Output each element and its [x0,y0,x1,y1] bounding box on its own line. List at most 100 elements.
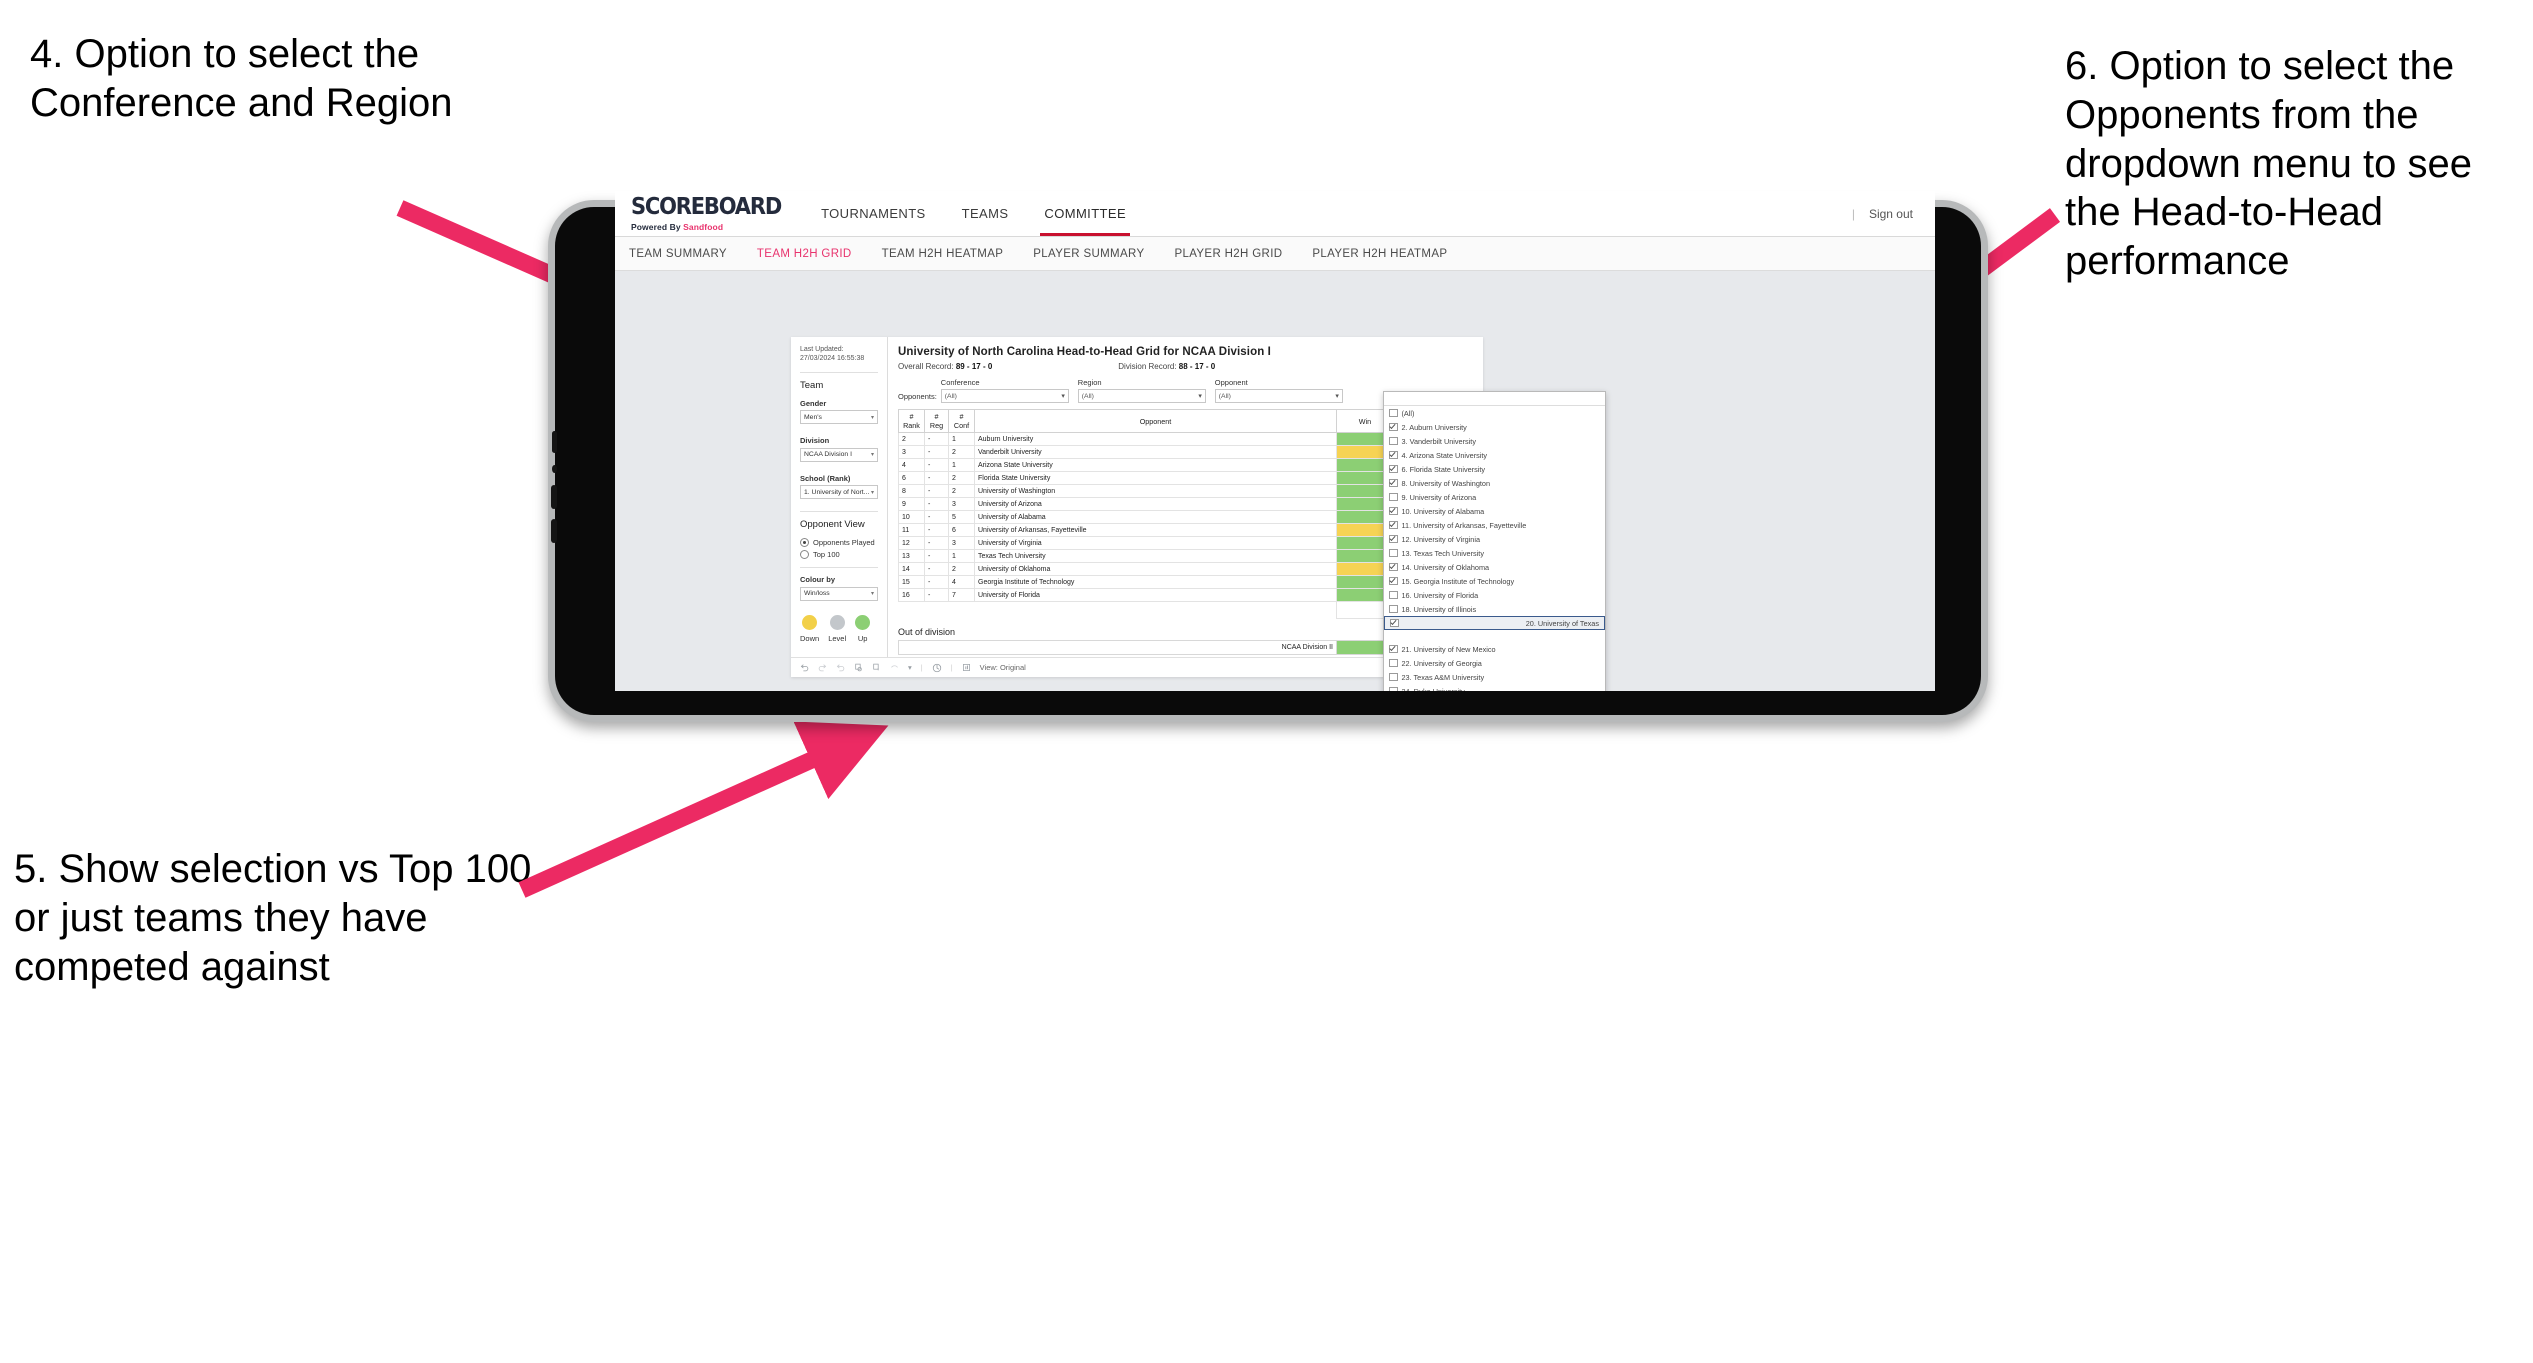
checkbox-icon[interactable] [1389,478,1398,488]
dropdown-item[interactable]: 14. University of Oklahoma [1384,560,1605,574]
dropdown-item[interactable]: 9. University of Arizona [1384,490,1605,504]
subnav-player-h2h-grid[interactable]: PLAYER H2H GRID [1174,248,1298,260]
dropdown-item[interactable]: 23. Texas A&M University [1384,670,1605,684]
pause-icon[interactable] [872,663,881,672]
filter-conference-select[interactable]: (All) ▾ [940,389,1069,403]
checkbox-icon[interactable] [1389,506,1398,516]
subnav-team-h2h-heatmap[interactable]: TEAM H2H HEATMAP [882,248,1020,260]
checkbox-icon[interactable] [1389,644,1398,654]
dropdown-item[interactable]: 16. University of Florida [1384,588,1605,602]
cell-reg: - [924,588,949,602]
undo-icon[interactable] [800,663,809,672]
device-button-1[interactable] [551,485,557,509]
dropdown-item[interactable]: 15. Georgia Institute of Technology [1384,574,1605,588]
dropdown-item-label: 8. University of Washington [1401,478,1491,488]
dropdown-item[interactable]: (All) [1384,406,1605,420]
dropdown-item[interactable]: 4. Arizona State University [1384,448,1605,462]
checkbox-icon[interactable] [1389,658,1398,668]
filter-region-select[interactable]: (All) ▾ [1077,389,1206,403]
checkbox-icon[interactable] [1390,618,1399,628]
school-select[interactable]: 1. University of Nort... ▾ [800,485,878,500]
signout-link[interactable]: Sign out [1869,207,1913,221]
radio-opponents-played[interactable]: Opponents Played [800,538,878,548]
chevron-down-icon: ▾ [1198,393,1202,400]
revert-icon[interactable] [836,663,845,672]
subnav-team-h2h-grid[interactable]: TEAM H2H GRID [757,248,868,260]
checkbox-icon[interactable] [1389,590,1398,600]
checkbox-icon[interactable] [1389,562,1398,572]
dropdown-item[interactable]: 3. Vanderbilt University [1384,434,1605,448]
dropdown-item[interactable]: 18. University of Illinois [1384,602,1605,616]
cell-conf: 3 [948,497,975,511]
checkbox-icon[interactable] [1389,604,1398,614]
dropdown-item[interactable]: 12. University of Virginia [1384,532,1605,546]
checkbox-icon[interactable] [1389,686,1398,691]
checkbox-icon[interactable] [1389,450,1398,460]
col-conf[interactable]: # Conf [948,409,975,433]
dropdown-item-label: 22. University of Georgia [1401,658,1482,668]
nav-committee[interactable]: COMMITTEE [1026,191,1144,236]
cell-conf: 2 [948,562,975,576]
opponent-dropdown[interactable]: (All) 2. Auburn University 3. Vanderbilt U… [1383,391,1606,691]
brand-logo[interactable]: SCOREBOARD Powered By Sandfood [615,191,803,236]
col-reg[interactable]: # Reg [924,409,949,433]
checkbox-icon[interactable] [1389,548,1398,558]
dropdown-item[interactable]: 8. University of Washington [1384,476,1605,490]
screen: SCOREBOARD Powered By Sandfood TOURNAMEN… [615,191,1935,691]
dropdown-item-label: 23. Texas A&M University [1401,672,1485,682]
device-button-2[interactable] [551,519,557,543]
share-icon[interactable] [890,663,899,672]
dropdown-search-input[interactable] [1384,392,1605,406]
col-rank[interactable]: # Rank [898,409,925,433]
chevron-down-icon[interactable]: ▾ [908,663,912,672]
dropdown-item[interactable]: 24. Duke University [1384,684,1605,691]
dropdown-item[interactable]: 2. Auburn University [1384,420,1605,434]
division-select[interactable]: NCAA Division I ▾ [800,447,878,462]
cell-opponent: Arizona State University [974,458,1337,472]
annotation-4-text: 4. Option to select the Conference and R… [30,32,453,125]
radio-top-100[interactable]: Top 100 [800,550,878,560]
dropdown-item[interactable]: 20. University of Texas [1384,616,1605,630]
checkbox-icon[interactable] [1389,408,1398,418]
checkbox-icon[interactable] [1389,492,1398,502]
nav-tournaments[interactable]: TOURNAMENTS [803,191,944,236]
view-label[interactable]: View: Original [980,663,1026,672]
subnav-player-summary[interactable]: PLAYER SUMMARY [1033,248,1160,260]
nav-teams[interactable]: TEAMS [944,191,1027,236]
checkbox-icon[interactable] [1389,576,1398,586]
cell-rank: 11 [898,523,925,537]
gender-select[interactable]: Men's ▾ [800,410,878,425]
sub-nav: TEAM SUMMARY TEAM H2H GRID TEAM H2H HEAT… [615,237,1935,271]
filter-opponent-select[interactable]: (All) ▾ [1214,389,1343,403]
checkbox-icon[interactable] [1389,672,1398,682]
dropdown-item[interactable]: 13. Texas Tech University [1384,546,1605,560]
toolbar-divider-1: | [920,663,923,672]
opponent-view-heading: Opponent View [800,519,865,531]
checkbox-icon[interactable] [1389,520,1398,530]
dropdown-item-label: 2. Auburn University [1401,422,1467,432]
dropdown-item[interactable]: 11. University of Arkansas, Fayetteville [1384,518,1605,532]
checkbox-icon[interactable] [1389,464,1398,474]
checkbox-icon[interactable] [1389,422,1398,432]
dropdown-item[interactable]: 6. Florida State University [1384,462,1605,476]
dropdown-item[interactable]: 10. University of Alabama [1384,504,1605,518]
subnav-player-h2h-heatmap[interactable]: PLAYER H2H HEATMAP [1312,248,1463,260]
refresh-icon[interactable] [854,663,863,672]
cell-opponent: Texas Tech University [974,549,1337,563]
team-heading: Team [800,379,824,391]
subnav-team-summary[interactable]: TEAM SUMMARY [629,248,743,260]
radio-opponents-played-label: Opponents Played [813,538,875,548]
dropdown-item[interactable]: 21. University of New Mexico [1384,642,1605,656]
ood-label: NCAA Division II [898,640,1337,655]
col-opponent[interactable]: Opponent [974,409,1337,433]
pause-data-icon[interactable] [932,663,942,673]
cell-conf: 4 [948,575,975,589]
colour-by-select[interactable]: Win/loss ▾ [800,586,878,601]
viz-area: Last Updated: 27/03/2024 16:55:38 Team G… [615,271,1935,691]
checkbox-icon[interactable] [1389,534,1398,544]
sidebar-divider-2 [800,511,878,513]
cell-conf: 6 [948,523,975,537]
checkbox-icon[interactable] [1389,436,1398,446]
redo-icon[interactable] [818,663,827,672]
dropdown-item[interactable]: 22. University of Georgia [1384,656,1605,670]
